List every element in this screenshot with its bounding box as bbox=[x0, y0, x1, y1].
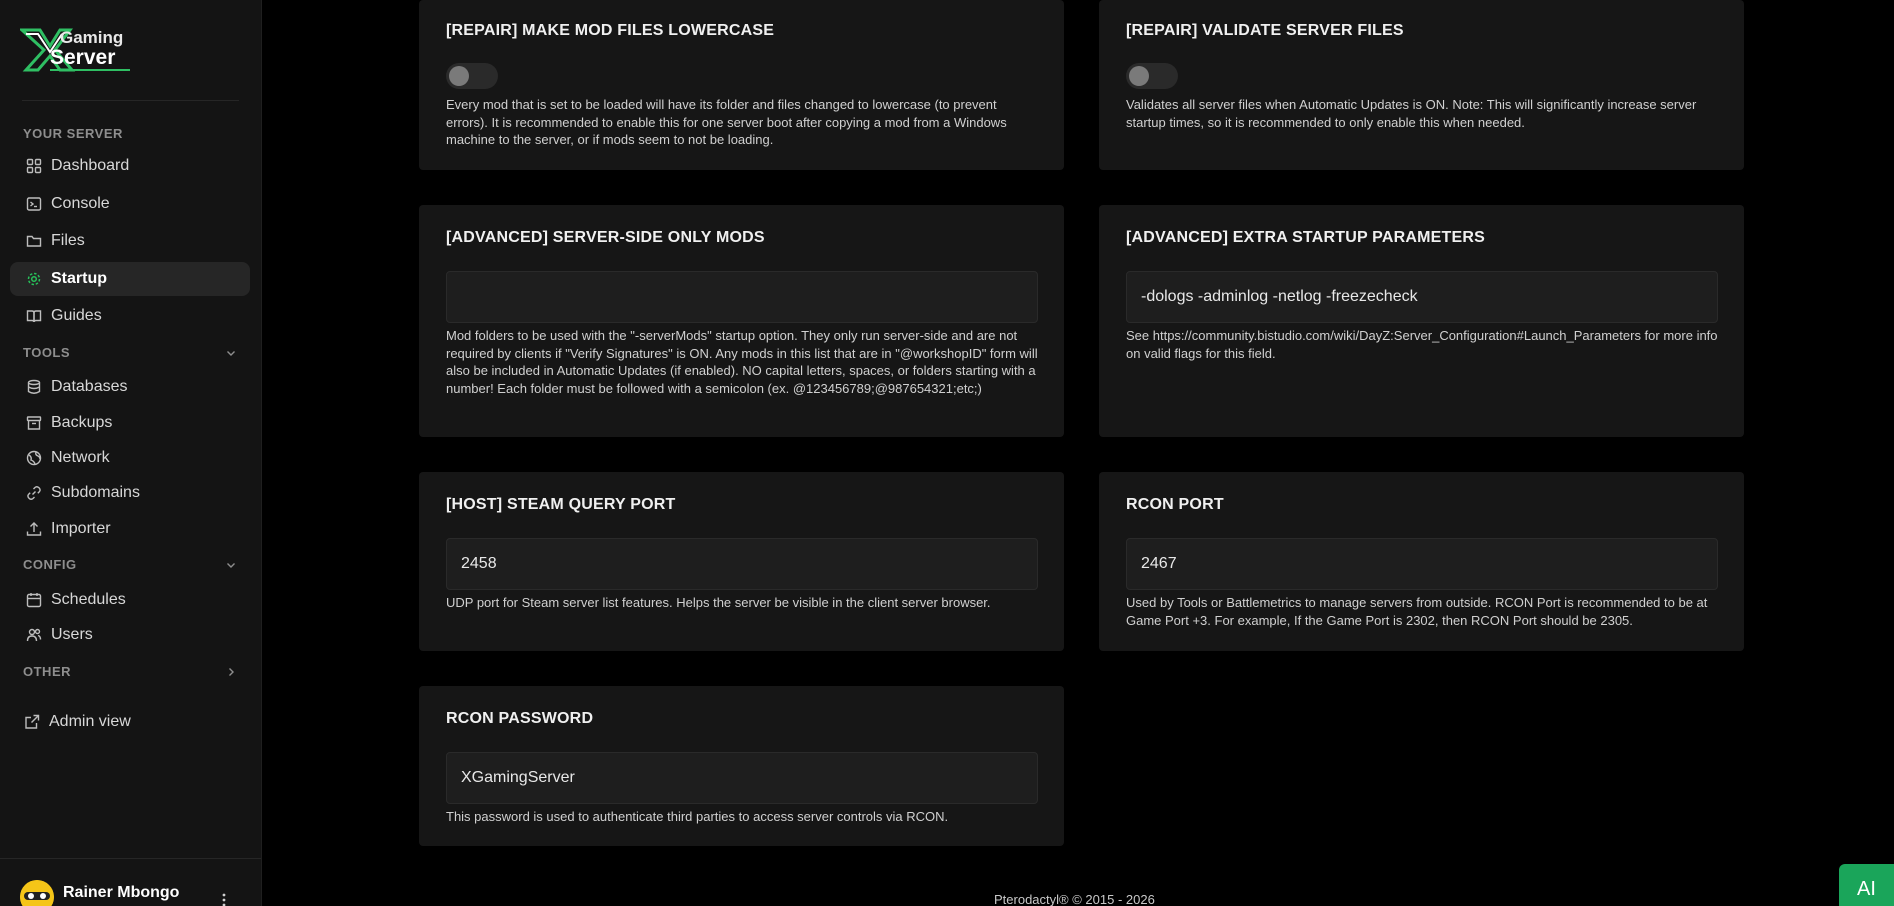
card-description: Every mod that is set to be loaded will … bbox=[446, 97, 1007, 148]
card-description: Validates all server files when Automati… bbox=[1126, 97, 1697, 130]
card-description: UDP port for Steam server list features.… bbox=[446, 595, 991, 610]
card-description: This password is used to authenticate th… bbox=[446, 809, 949, 824]
card-server-mods: [ADVANCED] SERVER-SIDE ONLY MODS Mod fol… bbox=[419, 205, 1064, 437]
logo-underline bbox=[50, 69, 130, 71]
card-title: [ADVANCED] EXTRA STARTUP PARAMETERS bbox=[1126, 229, 1486, 246]
query-port-input[interactable] bbox=[446, 538, 1038, 590]
sidebar-item-files[interactable]: Files bbox=[10, 224, 250, 258]
chevron-right-icon bbox=[225, 666, 237, 678]
section-tools-label: TOOLS bbox=[23, 345, 71, 360]
sidebar-item-label: Console bbox=[51, 195, 110, 212]
toggle-knob bbox=[449, 66, 469, 86]
rcon-password-input[interactable] bbox=[446, 752, 1038, 804]
upload-icon bbox=[26, 521, 42, 537]
section-your-server-label: YOUR SERVER bbox=[23, 126, 123, 141]
lowercase-toggle[interactable] bbox=[446, 63, 498, 89]
card-lowercase: [REPAIR] MAKE MOD FILES LOWERCASE Every … bbox=[419, 0, 1064, 170]
chevron-down-icon bbox=[225, 559, 237, 571]
archive-icon bbox=[26, 415, 42, 431]
ai-assistant-button[interactable]: AI bbox=[1839, 864, 1894, 906]
card-title: RCON PASSWORD bbox=[446, 710, 594, 727]
sidebar-item-label: Databases bbox=[51, 378, 128, 395]
sidebar-item-label: Schedules bbox=[51, 591, 126, 608]
card-description: See https://community.bistudio.com/wiki/… bbox=[1126, 328, 1718, 361]
sidebar-item-dashboard[interactable]: Dashboard bbox=[10, 149, 250, 183]
database-icon bbox=[26, 379, 42, 395]
folder-icon bbox=[26, 233, 42, 249]
validate-toggle[interactable] bbox=[1126, 63, 1178, 89]
gear-icon bbox=[26, 271, 42, 287]
external-link-icon bbox=[24, 714, 40, 730]
sidebar-item-schedules[interactable]: Schedules bbox=[10, 583, 250, 617]
sidebar-item-label: Backups bbox=[51, 414, 113, 431]
sidebar-item-console[interactable]: Console bbox=[10, 187, 250, 221]
card-title: [HOST] STEAM QUERY PORT bbox=[446, 496, 676, 513]
extra-params-input[interactable] bbox=[1126, 271, 1718, 323]
more-vertical-icon[interactable] bbox=[219, 892, 229, 906]
card-description: Used by Tools or Battlemetrics to manage… bbox=[1126, 595, 1708, 628]
section-your-server: YOUR SERVER bbox=[23, 126, 237, 141]
sidebar-divider bbox=[22, 100, 239, 101]
user-name: Rainer Mbongo bbox=[63, 884, 180, 901]
section-other-label: OTHER bbox=[23, 664, 71, 679]
sidebar-item-label: Admin view bbox=[49, 713, 131, 730]
footer-copyright: Pterodactyl® © 2015 - 2026 bbox=[994, 892, 1155, 906]
sidebar-item-label: Network bbox=[51, 449, 110, 466]
card-query-port: [HOST] STEAM QUERY PORT UDP port for Ste… bbox=[419, 472, 1064, 651]
server-mods-input[interactable] bbox=[446, 271, 1038, 323]
link-icon bbox=[26, 485, 42, 501]
sidebar-item-startup[interactable]: Startup bbox=[10, 262, 250, 296]
sidebar-item-subdomains[interactable]: Subdomains bbox=[10, 476, 250, 510]
calendar-icon bbox=[26, 592, 42, 608]
sidebar-item-databases[interactable]: Databases bbox=[10, 370, 250, 404]
logo-text-top: Gaming bbox=[60, 28, 124, 47]
dashboard-grid-icon bbox=[26, 158, 42, 174]
user-divider bbox=[0, 858, 261, 859]
sidebar: Gaming Server YOUR SERVER Dashboard Cons… bbox=[0, 0, 262, 906]
sidebar-item-importer[interactable]: Importer bbox=[10, 512, 250, 546]
rcon-port-input[interactable] bbox=[1126, 538, 1718, 590]
card-title: [ADVANCED] SERVER-SIDE ONLY MODS bbox=[446, 229, 765, 246]
sidebar-item-label: Guides bbox=[51, 307, 102, 324]
logo-text-bottom: Server bbox=[50, 46, 116, 69]
sidebar-item-users[interactable]: Users bbox=[10, 618, 250, 652]
toggle-knob bbox=[1129, 66, 1149, 86]
card-rcon-port: RCON PORT Used by Tools or Battlemetrics… bbox=[1099, 472, 1744, 651]
avatar[interactable] bbox=[20, 880, 54, 906]
sidebar-item-admin-view[interactable]: Admin view bbox=[8, 705, 248, 739]
section-config[interactable]: CONFIG bbox=[23, 557, 237, 572]
sidebar-item-network[interactable]: Network bbox=[10, 441, 250, 475]
sidebar-item-backups[interactable]: Backups bbox=[10, 406, 250, 440]
card-extra-params: [ADVANCED] EXTRA STARTUP PARAMETERS See … bbox=[1099, 205, 1744, 437]
sidebar-item-label: Dashboard bbox=[51, 157, 130, 174]
sidebar-item-label: Importer bbox=[51, 520, 111, 537]
card-title: RCON PORT bbox=[1126, 496, 1224, 513]
sidebar-item-label: Startup bbox=[51, 270, 107, 287]
sidebar-item-label: Users bbox=[51, 626, 93, 643]
chevron-down-icon bbox=[225, 347, 237, 359]
card-title: [REPAIR] VALIDATE SERVER FILES bbox=[1126, 22, 1404, 39]
terminal-icon bbox=[26, 196, 42, 212]
xgamingserver-logo[interactable]: Gaming Server bbox=[18, 24, 132, 72]
globe-icon bbox=[26, 450, 42, 466]
users-icon bbox=[26, 627, 42, 643]
card-description: Mod folders to be used with the "-server… bbox=[446, 328, 1038, 396]
book-icon bbox=[26, 308, 42, 324]
sidebar-item-label: Files bbox=[51, 232, 85, 249]
section-other[interactable]: OTHER bbox=[23, 664, 237, 679]
card-title: [REPAIR] MAKE MOD FILES LOWERCASE bbox=[446, 22, 775, 39]
card-rcon-password: RCON PASSWORD This password is used to a… bbox=[419, 686, 1064, 846]
section-config-label: CONFIG bbox=[23, 557, 77, 572]
sidebar-item-guides[interactable]: Guides bbox=[10, 299, 250, 333]
section-tools[interactable]: TOOLS bbox=[23, 345, 237, 360]
card-validate: [REPAIR] VALIDATE SERVER FILES Validates… bbox=[1099, 0, 1744, 170]
ai-button-label: AI bbox=[1857, 877, 1876, 900]
sidebar-item-label: Subdomains bbox=[51, 484, 140, 501]
